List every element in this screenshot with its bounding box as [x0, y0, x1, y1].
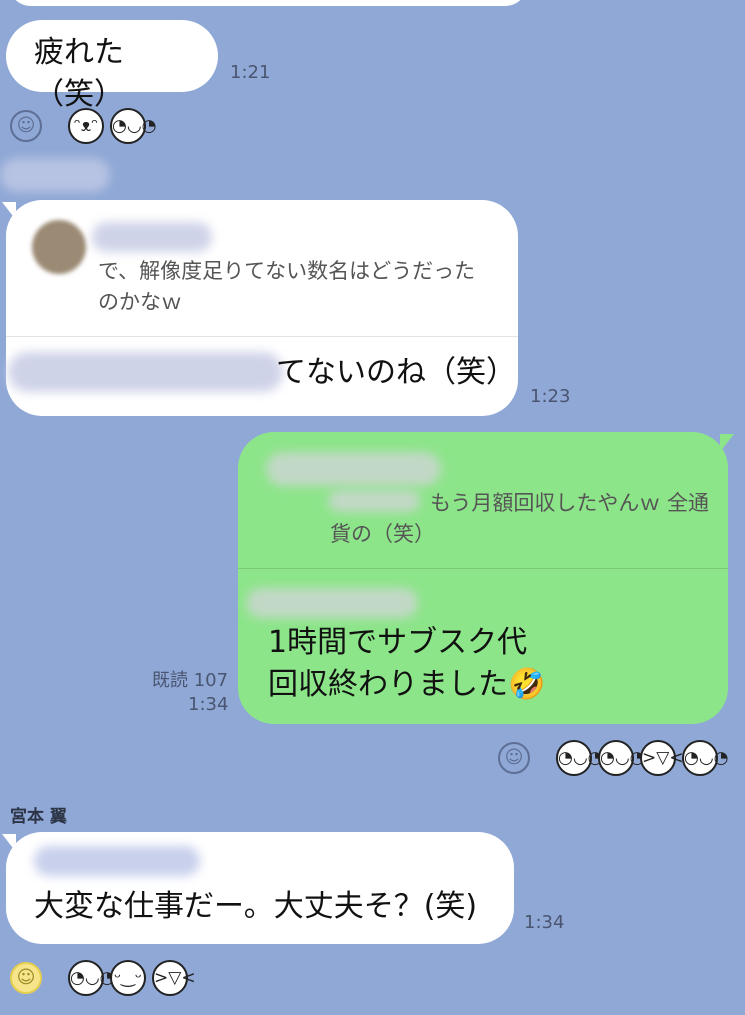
laughing-face-sticker[interactable]: >▽<: [152, 960, 196, 996]
reply-message-bubble[interactable]: で、解像度足りてない数名はどうだったのかなｗ てないのね（笑）: [6, 200, 518, 416]
redacted-name: [92, 222, 212, 252]
message-text: 1時間でサブスク代: [268, 625, 528, 660]
message-bubble[interactable]: 疲れた（笑）: [6, 20, 218, 112]
message-text: 大変な仕事だー。大丈夫そ？(笑): [34, 889, 478, 924]
previous-message-bubble[interactable]: [8, 0, 528, 6]
redacted-text: [8, 352, 283, 392]
laughing-face-sticker[interactable]: >▽<: [640, 740, 684, 776]
smile-icon[interactable]: ☺: [10, 110, 42, 142]
message-time: 1:23: [530, 386, 571, 407]
quoted-message[interactable]: で、解像度足りてない数名はどうだったのかなｗ: [6, 200, 518, 337]
message-bubble[interactable]: 大変な仕事だー。大丈夫そ？(笑): [6, 832, 514, 944]
message-text: 疲れた（笑）: [34, 35, 124, 112]
redacted-name: [246, 588, 418, 618]
quoted-message[interactable]: もう月額回収したやんｗ 全通貨の（笑）: [238, 432, 728, 569]
thumbs-up-face-sticker[interactable]: ᵔᴥᵔ: [68, 108, 104, 144]
smile-icon[interactable]: ☺: [10, 962, 42, 994]
shy-face-sticker[interactable]: ◔◡◔: [682, 740, 729, 776]
shy-face-sticker[interactable]: ◔◡◔: [556, 740, 603, 776]
avatar: [32, 220, 86, 274]
quoted-text: で、解像度足りてない数名はどうだったのかなｗ: [98, 259, 476, 314]
sender-name: 宮本 翼: [10, 807, 67, 827]
grin-face-sticker[interactable]: ᵕ‿ᵕ: [110, 960, 146, 996]
quoted-text: もう月額回収したやんｗ 全通貨の（笑）: [330, 491, 710, 546]
read-count: 既読 107: [152, 670, 229, 691]
smile-icon[interactable]: ☺: [498, 742, 530, 774]
shy-face-sticker[interactable]: ◔◡◔: [598, 740, 645, 776]
message-time: 1:21: [230, 62, 271, 83]
redacted-reply: [34, 846, 200, 876]
shy-face-sticker[interactable]: ◔◡◔: [68, 960, 115, 996]
chat-area: 疲れた（笑） 1:21 ☺ ᵔᴥᵔ ◔◡◔ で、解像度足りてない数名はどうだった…: [0, 0, 745, 1015]
outgoing-reply-bubble[interactable]: もう月額回収したやんｗ 全通貨の（笑） 1時間でサブスク代 回収終わりました🤣: [238, 432, 728, 724]
shy-face-sticker[interactable]: ◔◡◔: [110, 108, 157, 144]
message-text: 回収終わりました🤣: [268, 667, 546, 702]
message-time: 1:34: [524, 912, 565, 933]
redacted-area: [0, 158, 110, 192]
message-time: 1:34: [188, 694, 229, 715]
redacted-name: [266, 452, 441, 486]
message-text: てないのね（笑）: [276, 355, 516, 390]
